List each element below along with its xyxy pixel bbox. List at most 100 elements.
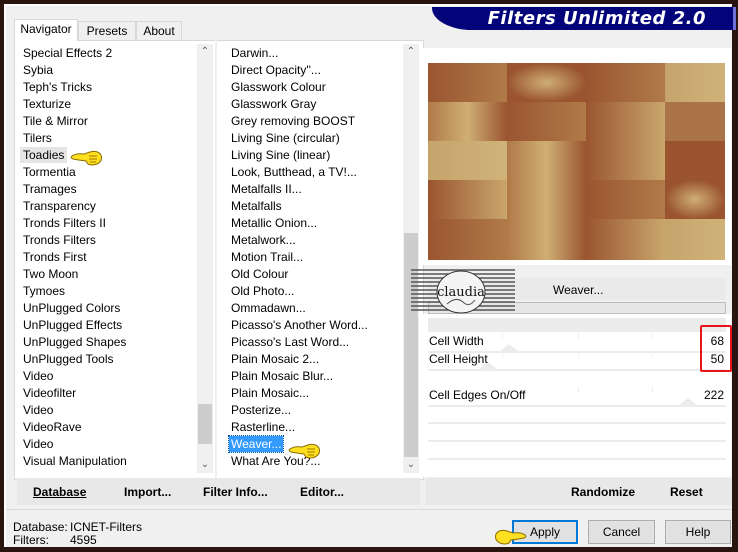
filter-scrollbar[interactable]: ⌃ ⌄ xyxy=(403,44,419,473)
list-item[interactable]: Tronds Filters II xyxy=(20,215,196,232)
list-item[interactable]: Transparency xyxy=(20,198,196,215)
list-item[interactable]: Videofilter xyxy=(20,385,196,402)
scroll-down-icon[interactable]: ⌄ xyxy=(197,457,213,473)
list-item-label: VideoRave xyxy=(23,420,82,434)
list-item[interactable]: Video xyxy=(20,368,196,385)
list-item[interactable]: Tormentia xyxy=(20,164,196,181)
list-item[interactable]: Two Moon xyxy=(20,266,196,283)
list-item[interactable]: Grey removing BOOST xyxy=(228,113,402,130)
list-item[interactable]: Glasswork Gray xyxy=(228,96,402,113)
filter-list[interactable]: Darwin... Direct Opacity''... Glasswork Co… xyxy=(228,45,402,471)
list-item[interactable]: Old Photo... xyxy=(228,283,402,300)
list-divider xyxy=(215,40,217,478)
list-item-label: Tormentia xyxy=(23,165,76,179)
scroll-thumb[interactable] xyxy=(198,404,212,444)
list-item-label: UnPlugged Shapes xyxy=(23,335,127,349)
randomize-button[interactable]: Randomize xyxy=(571,485,635,499)
list-item[interactable]: Tronds First xyxy=(20,249,196,266)
list-item[interactable]: Darwin... xyxy=(228,45,402,62)
filter-info-button[interactable]: Filter Info... xyxy=(203,485,268,499)
list-item[interactable]: Metalfalls xyxy=(228,198,402,215)
list-item[interactable]: Tile & Mirror xyxy=(20,113,196,130)
slider-thumb[interactable] xyxy=(500,344,518,351)
import-button[interactable]: Import... xyxy=(124,485,171,499)
editor-button[interactable]: Editor... xyxy=(300,485,344,499)
list-item[interactable]: Metalwork... xyxy=(228,232,402,249)
list-item-label: Living Sine (circular) xyxy=(231,131,340,145)
list-item[interactable]: Living Sine (linear) xyxy=(228,147,402,164)
list-item[interactable]: Motion Trail... xyxy=(228,249,402,266)
param-label: Cell Edges On/Off xyxy=(429,388,526,402)
scroll-up-icon[interactable]: ⌃ xyxy=(197,44,213,60)
status-filters: Filters: 4595 xyxy=(13,533,97,547)
list-item[interactable]: VideoRave xyxy=(20,419,196,436)
list-item[interactable]: Plain Mosaic Blur... xyxy=(228,368,402,385)
list-item[interactable]: Picasso's Another Word... xyxy=(228,317,402,334)
list-item[interactable]: Picasso's Last Word... xyxy=(228,334,402,351)
logo-text: claudia xyxy=(437,285,485,300)
list-item-label: Tymoes xyxy=(23,284,66,298)
list-item-label: Old Photo... xyxy=(231,284,295,298)
list-item-label: Darwin... xyxy=(231,46,279,60)
list-item[interactable]: Ommadawn... xyxy=(228,300,402,317)
tab-presets[interactable]: Presets xyxy=(78,21,136,40)
scroll-down-icon[interactable]: ⌄ xyxy=(403,457,419,473)
list-item[interactable]: UnPlugged Tools xyxy=(20,351,196,368)
list-item[interactable]: Special Effects 2 xyxy=(20,45,196,62)
status-database: Database: ICNET-Filters xyxy=(13,520,142,534)
reset-button[interactable]: Reset xyxy=(670,485,703,499)
list-item-label: Rasterline... xyxy=(231,420,296,434)
list-item-label: Video xyxy=(23,369,54,383)
list-item[interactable]: Plain Mosaic... xyxy=(228,385,402,402)
list-item[interactable]: Tymoes xyxy=(20,283,196,300)
list-item[interactable]: Old Colour xyxy=(228,266,402,283)
list-item[interactable]: Living Sine (circular) xyxy=(228,130,402,147)
status-database-value: ICNET-Filters xyxy=(70,520,142,534)
param-cell-height[interactable]: Cell Height 50 xyxy=(428,351,726,371)
list-item[interactable]: Plain Mosaic 2... xyxy=(228,351,402,368)
list-item[interactable]: Metallic Onion... xyxy=(228,215,402,232)
param-value: 222 xyxy=(703,388,724,402)
list-item[interactable]: Visual Manipulation xyxy=(20,453,196,470)
scroll-up-icon[interactable]: ⌃ xyxy=(403,44,419,60)
list-item[interactable]: UnPlugged Shapes xyxy=(20,334,196,351)
tab-about[interactable]: About xyxy=(136,21,182,40)
scroll-thumb[interactable] xyxy=(404,233,418,457)
slider-thumb[interactable] xyxy=(679,398,697,405)
list-item-label: Tilers xyxy=(23,131,52,145)
list-item-label: Ommadawn... xyxy=(231,301,306,315)
list-item-label: Metallic Onion... xyxy=(231,216,318,230)
param-cell-width[interactable]: Cell Width 68 xyxy=(428,333,726,353)
list-item[interactable]: Posterize... xyxy=(228,402,402,419)
category-list[interactable]: Special Effects 2 Sybia Teph's Tricks Textu… xyxy=(20,45,196,471)
list-item[interactable]: Tronds Filters xyxy=(20,232,196,249)
cancel-button[interactable]: Cancel xyxy=(588,520,655,544)
list-item[interactable]: Glasswork Colour xyxy=(228,79,402,96)
pointing-hand-icon xyxy=(288,443,320,459)
list-item[interactable]: Toadies xyxy=(20,147,196,164)
list-item[interactable]: Tramages xyxy=(20,181,196,198)
category-scrollbar[interactable]: ⌃ ⌄ xyxy=(197,44,213,473)
list-item-label: Tramages xyxy=(23,182,77,196)
list-item[interactable]: Texturize xyxy=(20,96,196,113)
list-item[interactable]: UnPlugged Colors xyxy=(20,300,196,317)
list-item[interactable]: Tilers xyxy=(20,130,196,147)
list-item[interactable]: Direct Opacity''... xyxy=(228,62,402,79)
help-button[interactable]: Help xyxy=(665,520,731,544)
list-item-label: Texturize xyxy=(23,97,72,111)
list-item[interactable]: Metalfalls II... xyxy=(228,181,402,198)
list-item-label: Glasswork Colour xyxy=(231,80,326,94)
list-item-label: Old Colour xyxy=(231,267,289,281)
database-button[interactable]: Database xyxy=(33,485,86,499)
list-item[interactable]: Rasterline... xyxy=(228,419,402,436)
list-item[interactable]: Video xyxy=(20,436,196,453)
list-item-label: Plain Mosaic Blur... xyxy=(231,369,334,383)
list-item[interactable]: Sybia xyxy=(20,62,196,79)
list-item[interactable]: Teph's Tricks xyxy=(20,79,196,96)
list-item[interactable]: Look, Butthead, a TV!... xyxy=(228,164,402,181)
list-item[interactable]: Video xyxy=(20,402,196,419)
tab-navigator[interactable]: Navigator xyxy=(14,19,78,41)
param-cell-edges[interactable]: Cell Edges On/Off 222 xyxy=(428,387,726,407)
list-item-label: Metalfalls II... xyxy=(231,182,302,196)
list-item[interactable]: UnPlugged Effects xyxy=(20,317,196,334)
